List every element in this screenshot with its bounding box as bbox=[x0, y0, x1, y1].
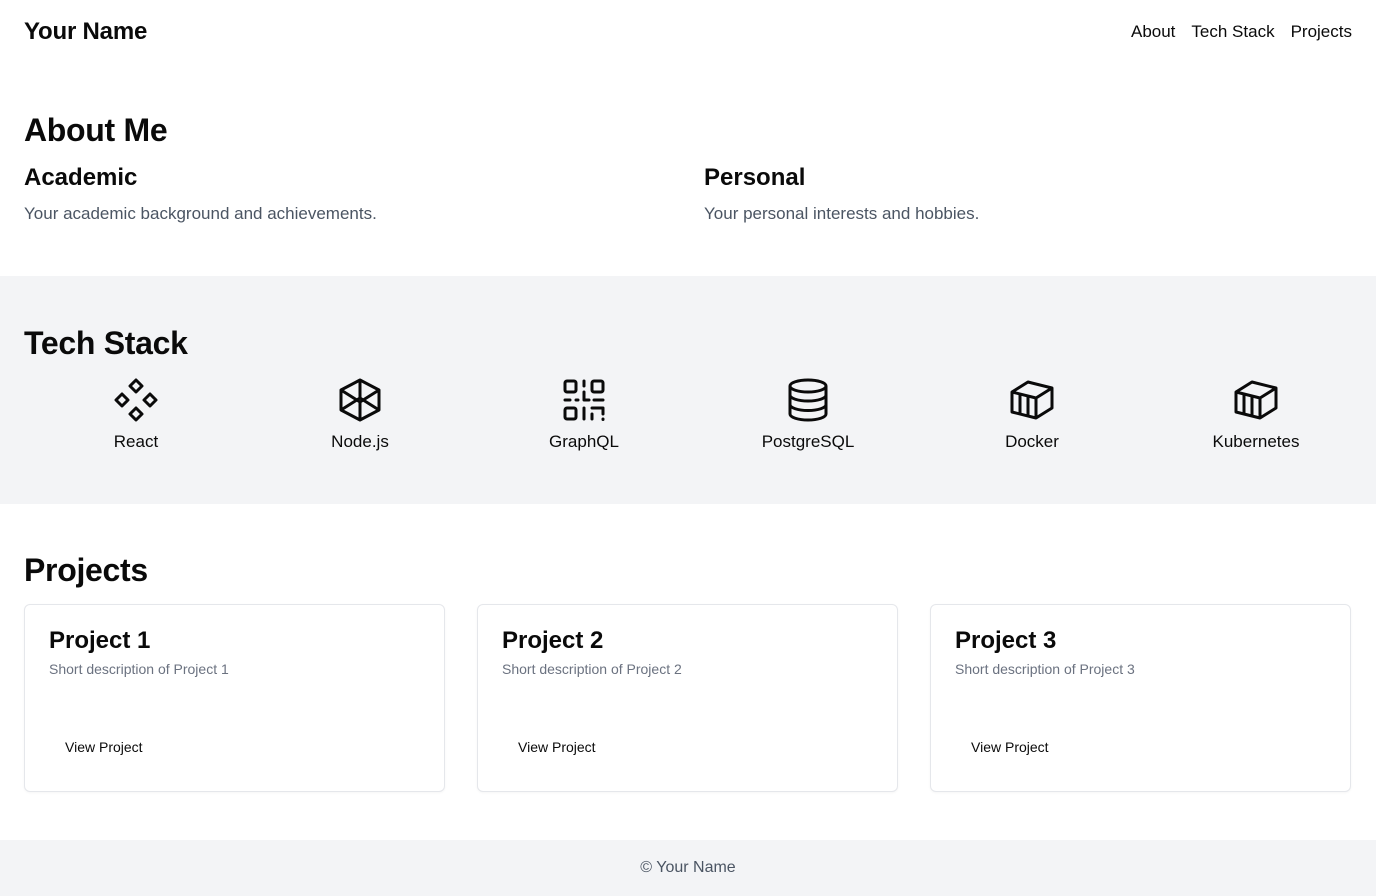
tech-label: React bbox=[113, 432, 159, 451]
project-description: Short description of Project 3 bbox=[955, 661, 1135, 677]
tech-label: Docker bbox=[1005, 432, 1059, 451]
tech-item-graphql: GraphQL bbox=[472, 376, 696, 452]
personal-heading: Personal bbox=[704, 164, 806, 191]
project-title: Project 3 bbox=[955, 627, 1057, 654]
tech-item-react: React bbox=[24, 376, 248, 452]
about-title: About Me bbox=[24, 112, 168, 148]
nav-link-tech-stack[interactable]: Tech Stack bbox=[1191, 22, 1274, 42]
tech-label: GraphQL bbox=[549, 432, 619, 451]
personal-block: Personal Your personal interests and hob… bbox=[704, 166, 1344, 224]
nav-link-about[interactable]: About bbox=[1131, 22, 1175, 42]
project-card: Project 2 Short description of Project 2… bbox=[477, 604, 898, 792]
project-description: Short description of Project 2 bbox=[502, 661, 682, 677]
project-card: Project 1 Short description of Project 1… bbox=[24, 604, 445, 792]
about-section: About Me Academic Your academic backgrou… bbox=[0, 88, 1376, 276]
project-description: Short description of Project 1 bbox=[49, 661, 229, 677]
container-icon bbox=[1232, 376, 1280, 424]
view-project-button[interactable]: View Project bbox=[955, 729, 1065, 765]
academic-heading: Academic bbox=[24, 164, 138, 191]
projects-section: Projects Project 1 Short description of … bbox=[0, 504, 1376, 840]
project-title: Project 1 bbox=[49, 627, 151, 654]
qrcode-icon bbox=[560, 376, 608, 424]
tech-item-kubernetes: Kubernetes bbox=[1144, 376, 1368, 452]
academic-block: Academic Your academic background and ac… bbox=[24, 166, 664, 224]
project-card: Project 3 Short description of Project 3… bbox=[930, 604, 1351, 792]
tech-stack-section: Tech Stack React Node.js GraphQL Postgre… bbox=[0, 276, 1376, 504]
tech-label: Kubernetes bbox=[1212, 432, 1300, 451]
footer-copyright: © Your Name bbox=[640, 859, 736, 876]
project-title: Project 2 bbox=[502, 627, 604, 654]
tech-stack-grid: React Node.js GraphQL PostgreSQL Docker … bbox=[24, 376, 1368, 452]
codepen-icon bbox=[336, 376, 384, 424]
tech-label: PostgreSQL bbox=[761, 432, 855, 451]
main-nav: About Tech Stack Projects bbox=[1131, 22, 1352, 42]
project-cards: Project 1 Short description of Project 1… bbox=[24, 604, 1352, 792]
site-brand[interactable]: Your Name bbox=[24, 18, 147, 46]
personal-text: Your personal interests and hobbies. bbox=[704, 204, 980, 223]
diamonds-icon bbox=[112, 376, 160, 424]
projects-title: Projects bbox=[24, 552, 148, 588]
view-project-button[interactable]: View Project bbox=[502, 729, 612, 765]
nav-link-projects[interactable]: Projects bbox=[1291, 22, 1352, 42]
tech-label: Node.js bbox=[331, 432, 389, 451]
database-icon bbox=[784, 376, 832, 424]
academic-text: Your academic background and achievement… bbox=[24, 204, 377, 223]
tech-stack-title: Tech Stack bbox=[24, 325, 188, 361]
site-footer: © Your Name bbox=[0, 840, 1376, 896]
tech-item-nodejs: Node.js bbox=[248, 376, 472, 452]
container-icon bbox=[1008, 376, 1056, 424]
tech-item-docker: Docker bbox=[920, 376, 1144, 452]
site-header: Your Name About Tech Stack Projects bbox=[0, 0, 1376, 64]
tech-item-postgresql: PostgreSQL bbox=[696, 376, 920, 452]
view-project-button[interactable]: View Project bbox=[49, 729, 159, 765]
